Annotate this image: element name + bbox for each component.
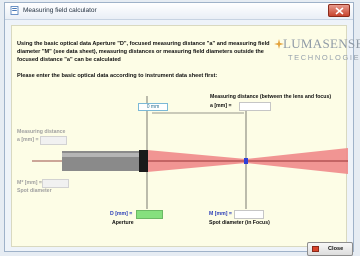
- close-button-label: Close: [328, 246, 344, 252]
- window-close-button[interactable]: [328, 4, 350, 17]
- sensor-body-highlight: [62, 153, 147, 157]
- zero-mm-marker: 0 mm: [138, 103, 168, 111]
- spot-diameter-input[interactable]: [42, 179, 69, 188]
- close-x-icon: [335, 7, 344, 15]
- spot-diameter-title: Spot diameter: [17, 188, 52, 194]
- aperture-label: D [mm] =: [110, 211, 133, 217]
- left-distance-label: a [mm] =: [17, 137, 39, 143]
- spot-focus-label: M [mm] =: [209, 211, 232, 217]
- close-button[interactable]: Close: [307, 242, 353, 256]
- left-distance-input[interactable]: [40, 136, 67, 145]
- app-icon: [10, 6, 19, 15]
- spot-focus-input[interactable]: [234, 210, 264, 219]
- spot-focus-title: Spot diameter (in Focus): [209, 220, 270, 226]
- content-panel: Using the basic optical data Aperture "D…: [11, 25, 360, 256]
- title-bar: Measuring field calculator: [5, 3, 353, 20]
- calculator-window: Measuring field calculator Using the bas…: [4, 2, 360, 256]
- measuring-distance-title: Measuring distance: [17, 129, 66, 135]
- focus-marker: [244, 158, 248, 164]
- window-title: Measuring field calculator: [23, 7, 97, 14]
- focus-distance-input[interactable]: [239, 102, 271, 111]
- measuring-distance-header: Measuring distance (between the lens and…: [210, 94, 332, 100]
- spot-diameter-label: M* [mm] =: [17, 180, 42, 186]
- aperture-title: Aperture: [112, 220, 134, 226]
- aperture-input[interactable]: [136, 210, 163, 219]
- focus-distance-label: a [mm] =: [210, 103, 232, 109]
- sensor-lens-ring: [139, 150, 148, 172]
- close-icon: [312, 246, 319, 252]
